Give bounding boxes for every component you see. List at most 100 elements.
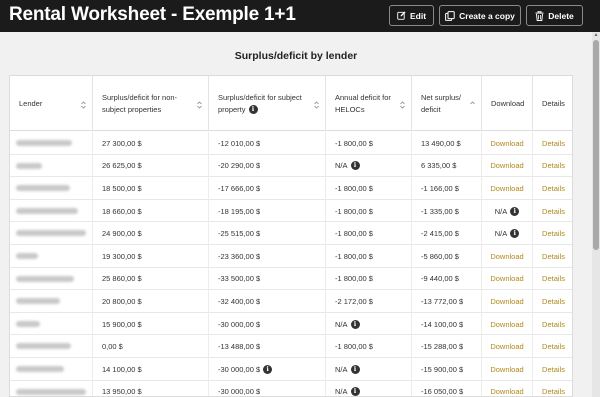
cell-lender — [10, 335, 93, 358]
details-link[interactable]: Details — [542, 320, 565, 329]
edit-button-label: Edit — [409, 10, 427, 21]
cell-non-subject-surplus-value: 24 900,00 $ — [102, 229, 142, 239]
details-link[interactable]: Details — [542, 139, 565, 148]
cell-download: Download — [482, 290, 533, 313]
cell-lender — [10, 380, 93, 396]
cell-net-surplus: -2 415,00 $ — [412, 222, 482, 245]
column-header-label: Surplus/deficit for subject property i — [218, 92, 302, 115]
info-icon[interactable]: i — [350, 387, 360, 396]
cell-heloc-deficit-value: -2 172,00 $ — [335, 296, 373, 306]
info-icon[interactable]: i — [510, 206, 520, 216]
cell-heloc-deficit-value: -1 800,00 $ — [335, 274, 373, 284]
cell-download: N/A i — [482, 222, 533, 245]
cell-subject-surplus: -32 400,00 $ — [209, 290, 326, 313]
download-link[interactable]: Download — [490, 297, 523, 306]
column-header-subject-surplus[interactable]: Surplus/deficit for subject property i — [209, 76, 326, 131]
redacted-lender-name — [16, 207, 78, 214]
cell-heloc-deficit: -1 800,00 $ — [326, 222, 412, 245]
cell-lender — [10, 358, 93, 381]
cell-net-surplus-value: -2 415,00 $ — [421, 229, 459, 239]
details-link[interactable]: Details — [542, 252, 565, 261]
cell-details: Details — [533, 155, 572, 178]
edit-button[interactable]: Edit — [389, 5, 434, 26]
info-icon[interactable]: i — [350, 364, 360, 374]
column-header-non-subject-surplus[interactable]: Surplus/deficit for non-subject properti… — [93, 76, 209, 131]
details-link[interactable]: Details — [542, 297, 565, 306]
delete-button[interactable]: Delete — [526, 5, 583, 26]
cell-heloc-deficit-value: -1 800,00 $ — [335, 206, 373, 216]
cell-net-surplus: -13 772,00 $ — [412, 290, 482, 313]
cell-heloc-deficit: -1 800,00 $ — [326, 132, 412, 155]
info-icon[interactable]: i — [248, 105, 258, 115]
cell-net-surplus-value: -1 335,00 $ — [421, 206, 459, 216]
sort-icon[interactable] — [400, 101, 405, 109]
cell-subject-surplus-value: -32 400,00 $ — [218, 296, 261, 306]
cell-download: Download — [482, 245, 533, 268]
sort-icon[interactable] — [197, 101, 202, 109]
download-link[interactable]: Download — [490, 184, 523, 193]
column-header-label: Details — [542, 98, 565, 108]
download-link[interactable]: Download — [490, 252, 523, 261]
cell-details: Details — [533, 200, 572, 223]
download-link[interactable]: Download — [490, 342, 523, 351]
cell-net-surplus: -5 860,00 $ — [412, 245, 482, 268]
sort-icon[interactable] — [81, 101, 86, 109]
cell-subject-surplus-value: -25 515,00 $ — [218, 229, 261, 239]
download-link[interactable]: Download — [490, 320, 523, 329]
info-icon[interactable]: i — [263, 364, 273, 374]
download-link[interactable]: Download — [490, 387, 523, 396]
cell-net-surplus-value: -16 050,00 $ — [421, 387, 464, 397]
sort-icon[interactable] — [314, 101, 319, 109]
cell-subject-surplus-value: -12 010,00 $ — [218, 138, 261, 148]
cell-details: Details — [533, 313, 572, 336]
scroll-up-arrow-icon[interactable]: ▲ — [592, 32, 600, 39]
cell-subject-surplus: -25 515,00 $ — [209, 222, 326, 245]
info-icon[interactable]: i — [350, 319, 360, 329]
details-link[interactable]: Details — [542, 161, 565, 170]
cell-subject-surplus-value: -13 488,00 $ — [218, 342, 261, 352]
cell-net-surplus-value: 6 335,00 $ — [421, 161, 457, 171]
column-header-label: Surplus/deficit for non-subject properti… — [102, 92, 178, 114]
cell-non-subject-surplus-value: 0,00 $ — [102, 342, 123, 352]
cell-details: Details — [533, 381, 572, 396]
trash-icon — [535, 10, 544, 21]
redacted-lender-name — [16, 185, 70, 192]
details-link[interactable]: Details — [542, 342, 565, 351]
download-link[interactable]: Download — [490, 139, 523, 148]
column-header-heloc-deficit[interactable]: Annual deficit for HELOCs — [326, 76, 412, 131]
cell-heloc-deficit: -1 800,00 $ — [326, 335, 412, 358]
download-link[interactable]: Download — [490, 161, 523, 170]
cell-details: Details — [533, 132, 572, 155]
page-scrollbar[interactable]: ▲ — [592, 32, 600, 397]
cell-lender — [10, 245, 93, 268]
download-link[interactable]: Download — [490, 274, 523, 283]
cell-net-surplus-value: -15 288,00 $ — [421, 342, 464, 352]
cell-non-subject-surplus: 20 800,00 $ — [93, 290, 209, 313]
details-link[interactable]: Details — [542, 207, 565, 216]
redacted-lender-name — [16, 298, 60, 305]
page-title: Rental Worksheet - Exemple 1+1 — [9, 4, 296, 25]
table-row: 18 660,00 $ -18 195,00 $ -1 800,00 $ -1 335… — [10, 199, 572, 223]
details-link[interactable]: Details — [542, 274, 565, 283]
info-icon[interactable]: i — [510, 229, 520, 239]
cell-download: N/A i — [482, 199, 533, 223]
info-icon[interactable]: i — [350, 161, 360, 171]
cell-heloc-deficit: N/A i — [326, 312, 412, 336]
details-link[interactable]: Details — [542, 387, 565, 396]
scroll-thumb[interactable] — [593, 40, 599, 250]
details-link[interactable]: Details — [542, 365, 565, 374]
sort-ascending-icon[interactable] — [470, 101, 475, 109]
cell-non-subject-surplus-value: 18 660,00 $ — [102, 206, 142, 216]
table-row: 20 800,00 $ -32 400,00 $ -2 172,00 $ -13 77… — [10, 290, 572, 313]
cell-net-surplus-value: -14 100,00 $ — [421, 319, 464, 329]
column-header-net-surplus[interactable]: Net surplus/ deficit — [412, 76, 482, 131]
cell-non-subject-surplus-value: 13 950,00 $ — [102, 387, 142, 397]
cell-heloc-deficit: -1 800,00 $ — [326, 199, 412, 223]
details-link[interactable]: Details — [542, 184, 565, 193]
column-header-lender[interactable]: Lender — [10, 76, 93, 131]
download-link[interactable]: Download — [490, 365, 523, 374]
cell-lender — [10, 290, 93, 313]
cell-non-subject-surplus-value: 14 100,00 $ — [102, 364, 142, 374]
create-copy-button[interactable]: Create a copy — [439, 5, 521, 26]
details-link[interactable]: Details — [542, 229, 565, 238]
